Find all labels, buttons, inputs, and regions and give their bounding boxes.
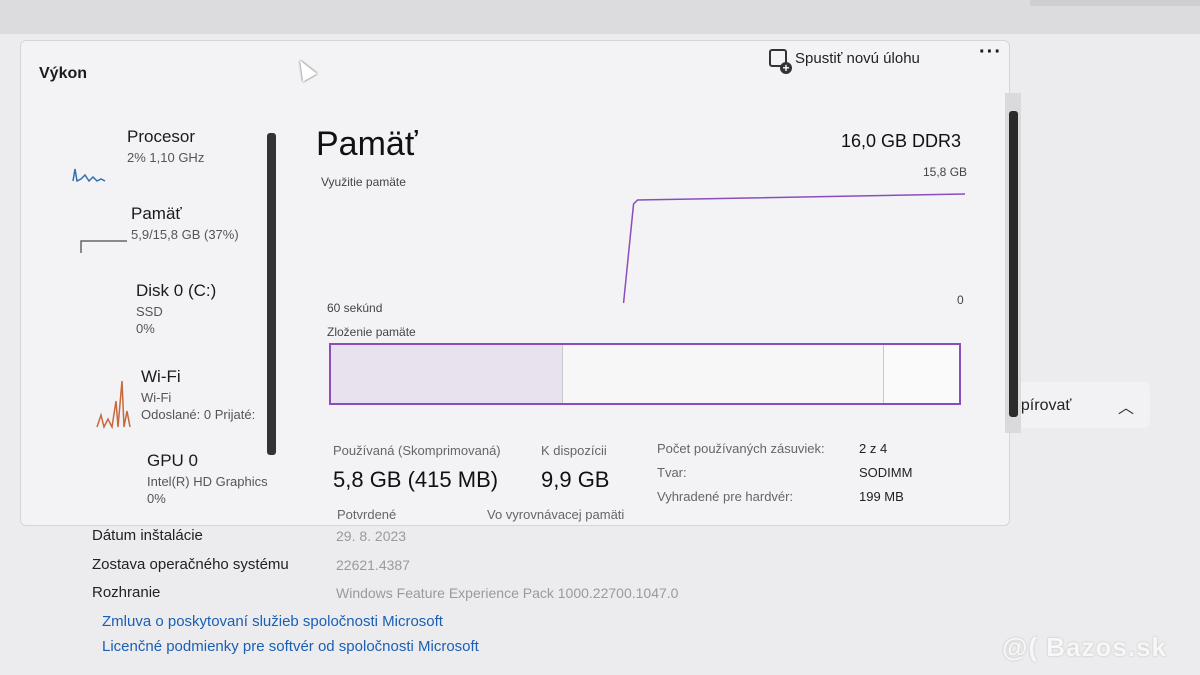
available-value: 9,9 GB <box>541 467 610 492</box>
task-manager-window: Výkon Spustiť novú úlohu ··· Procesor 2%… <box>20 40 1021 526</box>
more-options-button[interactable]: ··· <box>979 41 1002 64</box>
spec-label-experience: Rozhranie <box>92 584 161 601</box>
memory-usage-graph <box>622 193 966 303</box>
wifi-sparkline <box>96 380 131 429</box>
composition-label: Zloženie pamäte <box>327 325 416 339</box>
available-label: K dispozícii <box>541 443 607 458</box>
memory-capacity: 16,0 GB DDR3 <box>841 131 962 151</box>
run-new-task-label: Spustiť novú úlohu <box>795 49 920 67</box>
usage-max-label: 15,8 GB <box>923 165 968 179</box>
watermark-logo: @( Bazos.sk <box>1002 632 1167 662</box>
sidebar-item-detail-2: 0% <box>147 491 166 506</box>
window-title: Výkon <box>39 65 88 82</box>
sidebar-item-memory[interactable]: Pamäť 5,9/15,8 GB (37%) <box>131 204 239 242</box>
link-microsoft-services-agreement[interactable]: Zmluva o poskytovaní služieb spoločnosti… <box>102 613 443 630</box>
memory-sparkline <box>80 240 127 253</box>
page-title: Pamäť <box>316 125 418 163</box>
cached-label: Vo vyrovnávacej pamäti <box>487 507 625 522</box>
main-scrollbar-thumb[interactable] <box>1009 111 1018 417</box>
sidebar-item-label: Disk 0 (C:) <box>136 281 217 300</box>
sidebar-item-label: Pamäť <box>131 204 182 223</box>
hardware-reserved-value: 199 MB <box>859 489 904 504</box>
hardware-reserved-label: Vyhradené pre hardvér: <box>657 489 794 504</box>
sidebar-item-label: GPU 0 <box>147 451 199 470</box>
graph-time-label: 60 sekúnd <box>327 301 383 315</box>
sidebar-item-detail: 2% 1,10 GHz <box>127 150 205 165</box>
link-microsoft-software-license[interactable]: Licenčné podmienky pre softvér od spoloč… <box>102 638 479 655</box>
sidebar-item-detail: 5,9/15,8 GB (37%) <box>131 227 239 242</box>
form-factor-label: Tvar: <box>657 465 687 480</box>
mouse-cursor-icon <box>293 56 317 82</box>
sidebar-item-cpu[interactable]: Procesor 2% 1,10 GHz <box>127 127 204 165</box>
spec-value-os-build: 22621.4387 <box>336 557 410 573</box>
composition-in-use-segment <box>331 345 564 403</box>
sidebar-item-gpu[interactable]: GPU 0 Intel(R) HD Graphics 0% <box>147 451 268 506</box>
run-new-task-button[interactable]: Spustiť novú úlohu <box>769 45 920 74</box>
sidebar-item-label: Wi-Fi <box>141 367 181 386</box>
slots-value: 2 z 4 <box>859 441 888 456</box>
slots-label: Počet používaných zásuviek: <box>657 441 825 456</box>
cpu-sparkline <box>72 168 106 183</box>
committed-label: Potvrdené <box>337 507 397 522</box>
sidebar-scrollbar[interactable] <box>267 133 276 455</box>
composition-standby-segment <box>563 345 884 403</box>
spec-value-install-date: 29. 8. 2023 <box>336 528 407 544</box>
spec-label-os-build: Zostava operačného systému <box>92 556 289 573</box>
sidebar-item-detail: Wi-Fi <box>141 390 172 405</box>
spec-value-experience: Windows Feature Experience Pack 1000.227… <box>336 585 679 601</box>
spec-label-install-date: Dátum inštalácie <box>92 527 203 544</box>
settings-top-card <box>1030 0 1200 6</box>
sidebar-item-detail-2: 0% <box>136 321 155 336</box>
composition-free-segment <box>883 345 959 403</box>
memory-composition-bar <box>329 343 961 405</box>
sidebar-item-detail-2: Odoslané: 0 Prijaté: <box>141 407 256 422</box>
copy-expander[interactable]: opírovať ︿ <box>1000 382 1150 428</box>
settings-top-strip <box>0 0 1200 34</box>
graph-zero-label: 0 <box>957 293 964 307</box>
sidebar-item-label: Procesor <box>127 127 196 146</box>
sidebar-item-disk[interactable]: Disk 0 (C:) SSD 0% <box>136 281 216 336</box>
form-factor-value: SODIMM <box>859 465 913 480</box>
memory-usage-line <box>622 193 966 303</box>
chevron-up-icon[interactable]: ︿ <box>1118 394 1134 418</box>
in-use-label: Používaná (Skomprimovaná) <box>333 443 501 458</box>
in-use-value: 5,8 GB (415 MB) <box>333 467 499 492</box>
sidebar-item-detail: Intel(R) HD Graphics <box>147 474 268 489</box>
sidebar-item-wifi[interactable]: Wi-Fi Wi-Fi Odoslané: 0 Prijaté: <box>141 367 255 422</box>
new-task-icon <box>769 49 792 74</box>
sidebar-item-detail: SSD <box>136 304 163 319</box>
